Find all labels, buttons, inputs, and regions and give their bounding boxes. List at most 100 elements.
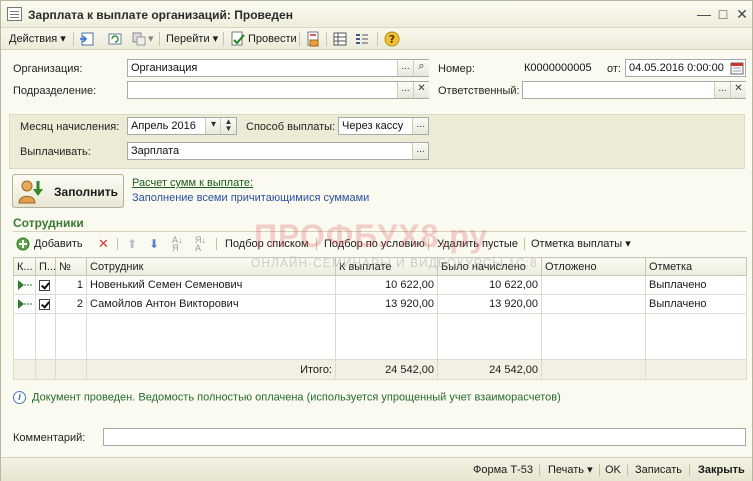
- organization-select-button[interactable]: ...: [397, 60, 413, 76]
- mark-payment-label: Отметка выплаты: [531, 238, 623, 250]
- refresh-icon[interactable]: [107, 31, 123, 47]
- responsible-field[interactable]: [522, 81, 746, 99]
- table-row[interactable]: 1 Новенький Семен Семенович 10 622,00 10…: [13, 275, 747, 295]
- column-header-mark[interactable]: Отметка: [645, 257, 747, 276]
- row-paid-cell[interactable]: [35, 294, 56, 314]
- mark-payment-menu[interactable]: Отметка выплаты ▾: [531, 236, 631, 252]
- form-t53-button[interactable]: Форма Т-53: [473, 462, 533, 478]
- close-window-button[interactable]: ✕: [734, 6, 750, 22]
- column-header-paid[interactable]: П...: [35, 257, 56, 276]
- structure-icon[interactable]: [131, 31, 147, 47]
- column-header-deferred[interactable]: Отложено: [541, 257, 646, 276]
- toolbar-separator: [159, 32, 160, 46]
- date-value: 04.05.2016 0:00:00: [629, 62, 724, 74]
- minimize-button[interactable]: —: [696, 6, 712, 22]
- post-button[interactable]: Провести: [248, 31, 297, 47]
- help-icon[interactable]: ?: [384, 31, 400, 47]
- row-employee[interactable]: Самойлов Антон Викторович: [86, 294, 336, 314]
- date-field[interactable]: 04.05.2016 0:00:00: [625, 59, 746, 77]
- post-document-icon[interactable]: [230, 31, 246, 47]
- number-field: К0000000005: [520, 59, 602, 77]
- chevron-down-icon: ▾: [148, 33, 154, 45]
- row-mark[interactable]: Выплачено: [645, 275, 747, 295]
- paid-checkbox[interactable]: [39, 279, 50, 291]
- responsible-select-button[interactable]: ...: [714, 82, 730, 98]
- title-bar: Зарплата к выплате организаций: Проведен…: [1, 1, 752, 28]
- comment-field[interactable]: [103, 428, 746, 446]
- row-to-pay[interactable]: 10 622,00: [335, 275, 438, 295]
- table-row[interactable]: 2 Самойлов Антон Викторович 13 920,00 13…: [13, 294, 747, 314]
- table-header-row: К... П... № Сотрудник К выплате Было нач…: [13, 257, 747, 276]
- clear-icon[interactable]: ✕: [413, 82, 429, 98]
- payment-method-select-button[interactable]: ...: [412, 118, 428, 134]
- toolbar-separator: [299, 32, 300, 46]
- delete-empty-button[interactable]: Удалить пустые: [437, 236, 518, 252]
- print-menu[interactable]: Печать ▾: [548, 462, 593, 478]
- row-number: 2: [55, 294, 87, 314]
- delete-row-icon[interactable]: ✕: [98, 236, 109, 252]
- pay-type-select-button[interactable]: ...: [412, 143, 428, 159]
- move-up-icon[interactable]: ⬆: [127, 236, 137, 252]
- save-button[interactable]: Записать: [635, 462, 682, 478]
- info-message: i Документ проведен. Ведомость полностью …: [13, 391, 561, 404]
- department-label: Подразделение:: [13, 85, 97, 97]
- move-to-list-icon[interactable]: [79, 31, 95, 47]
- form-footer: Форма Т-53 Печать ▾ OK Записать Закрыть: [1, 457, 752, 481]
- fill-calc-link[interactable]: Расчет сумм к выплате:: [132, 176, 253, 190]
- chevron-down-icon[interactable]: ▾: [205, 118, 221, 134]
- column-header-kind[interactable]: К...: [13, 257, 36, 276]
- svg-text:?: ?: [389, 33, 395, 46]
- row-employee[interactable]: Новенький Семен Семенович: [86, 275, 336, 295]
- row-deferred[interactable]: [541, 294, 646, 314]
- column-header-employee[interactable]: Сотрудник: [86, 257, 336, 276]
- search-icon[interactable]: ⌕: [413, 60, 429, 76]
- footer-separator: [627, 464, 628, 476]
- month-stepper[interactable]: ▲ ▼: [220, 118, 236, 134]
- ok-button[interactable]: OK: [605, 462, 621, 478]
- column-header-to-pay[interactable]: К выплате: [335, 257, 438, 276]
- total-to-pay: 24 542,00: [335, 359, 438, 380]
- section-divider: [13, 231, 746, 232]
- row-paid-cell[interactable]: [35, 275, 56, 295]
- clear-icon[interactable]: ✕: [730, 82, 746, 98]
- pick-list-button[interactable]: Подбор списком: [225, 236, 309, 252]
- table-totals-row: Итого: 24 542,00 24 542,00: [13, 359, 747, 380]
- chevron-down-icon: ▾: [587, 464, 593, 476]
- print-label: Печать: [548, 464, 585, 476]
- table-empty-area: [13, 313, 747, 360]
- move-down-icon[interactable]: ⬇: [149, 236, 159, 252]
- main-toolbar: Действия ▾ ▾ Перейти ▾ Провести ?: [1, 28, 752, 50]
- fill-button[interactable]: Заполнить: [12, 174, 124, 208]
- row-mark[interactable]: Выплачено: [645, 294, 747, 314]
- sort-asc-icon[interactable]: A↓ Я: [172, 236, 183, 253]
- organization-value: Организация: [131, 62, 198, 74]
- row-accrued[interactable]: 10 622,00: [437, 275, 542, 295]
- department-field[interactable]: [127, 81, 429, 99]
- row-arrow-icon: [18, 299, 32, 310]
- pay-type-field[interactable]: Зарплата: [127, 142, 429, 160]
- table-view-icon[interactable]: [332, 31, 348, 47]
- paid-checkbox[interactable]: [39, 298, 50, 310]
- document-icon: [7, 7, 22, 21]
- row-accrued[interactable]: 13 920,00: [437, 294, 542, 314]
- close-button[interactable]: Закрыть: [698, 462, 745, 478]
- actions-menu[interactable]: Действия ▾: [9, 31, 66, 47]
- pick-condition-button[interactable]: Подбор по условию: [324, 236, 425, 252]
- cancel-posting-icon[interactable]: [305, 31, 321, 47]
- number-value: К0000000005: [524, 62, 592, 74]
- row-to-pay[interactable]: 13 920,00: [335, 294, 438, 314]
- row-deferred[interactable]: [541, 275, 646, 295]
- maximize-button[interactable]: □: [715, 6, 731, 22]
- department-select-button[interactable]: ...: [397, 82, 413, 98]
- toolbar-separator: [524, 238, 525, 250]
- row-number: 1: [55, 275, 87, 295]
- column-header-number[interactable]: №: [55, 257, 87, 276]
- sort-desc-icon[interactable]: Я↓ A: [195, 236, 206, 253]
- footer-separator: [539, 464, 540, 476]
- plus-icon: [16, 237, 30, 251]
- checklist-icon[interactable]: [354, 31, 370, 47]
- column-header-accrued[interactable]: Было начислено: [437, 257, 542, 276]
- goto-menu[interactable]: Перейти ▾: [166, 31, 218, 47]
- organization-field[interactable]: Организация: [127, 59, 429, 77]
- calendar-icon[interactable]: [730, 61, 744, 75]
